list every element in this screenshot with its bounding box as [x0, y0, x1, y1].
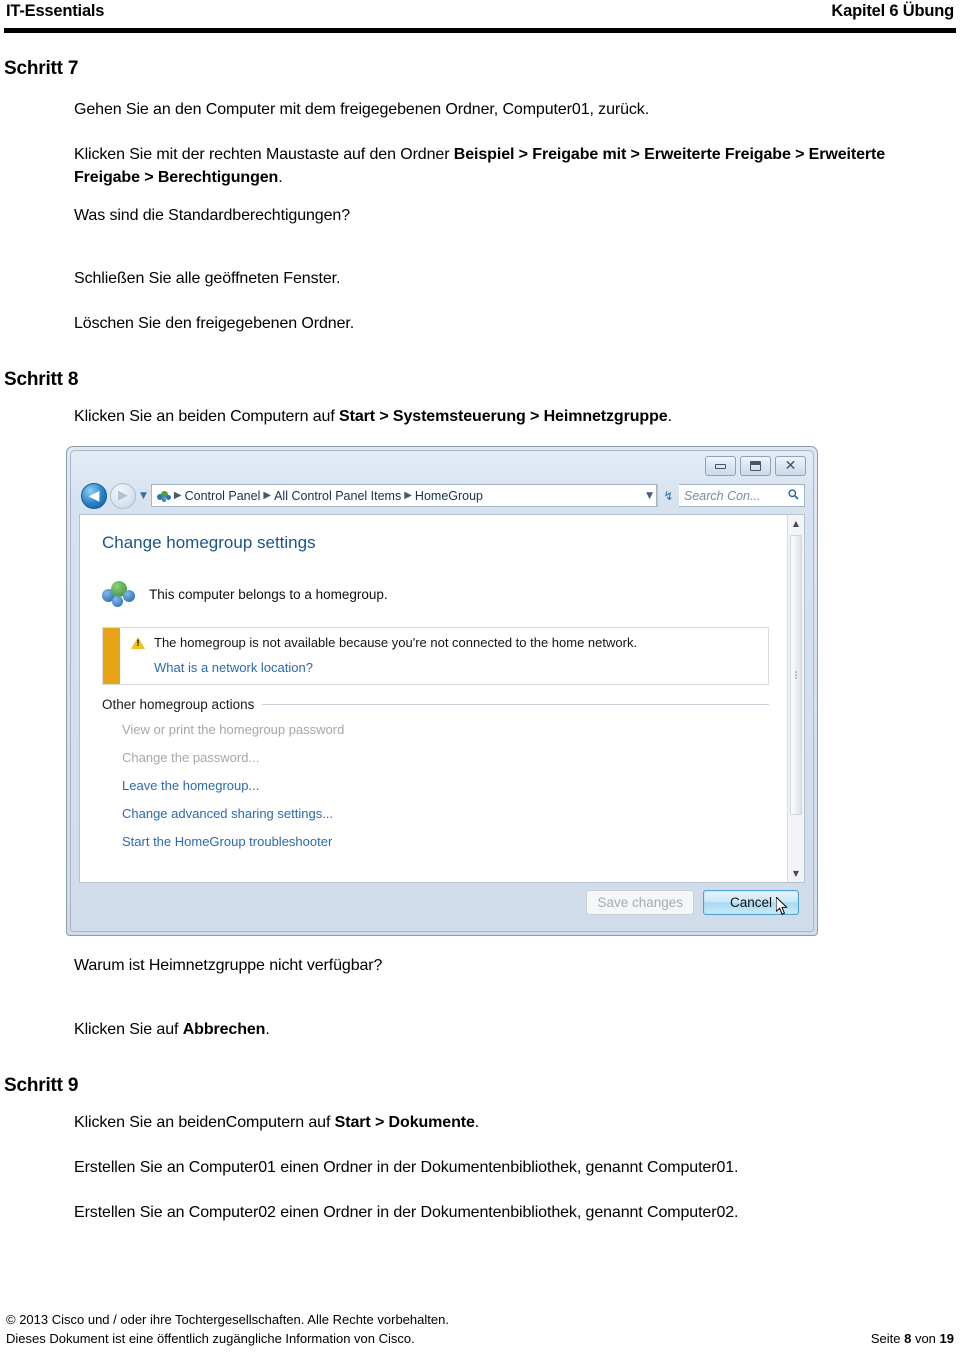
scrollbar-thumb[interactable] [790, 535, 802, 816]
warning-accent-bar [103, 628, 120, 685]
close-button[interactable]: ✕ [775, 456, 806, 477]
minimize-button[interactable] [705, 456, 736, 477]
page-footer: © 2013 Cisco und / oder ihre Tochtergese… [0, 1311, 960, 1349]
warning-message-row: The homegroup is not available because y… [131, 636, 758, 650]
step-7-paragraph-1: Gehen Sie an den Computer mit dem freige… [74, 101, 650, 118]
back-button[interactable]: ◀ [81, 482, 107, 509]
step-8-paragraph-2: Warum ist Heimnetzgruppe nicht verfügbar… [74, 957, 383, 975]
scrollbar-grip-icon [795, 671, 797, 679]
action-view-print-password: View or print the homegroup password [122, 722, 345, 738]
step-9-paragraph-2: Erstellen Sie an Computer01 einen Ordner… [74, 1158, 739, 1176]
warning-triangle-icon [131, 637, 145, 650]
warning-banner: The homegroup is not available because y… [102, 627, 769, 686]
chevron-down-icon[interactable]: ▼ [640, 491, 653, 501]
step-8-paragraph-3: Klicken Sie auf Abbrechen. [0, 1018, 960, 1041]
step-7-paragraph-4: Schließen Sie alle geöffneten Fenster. [74, 269, 341, 287]
footer-notice-line: Dieses Dokument ist eine öffentlich zugä… [6, 1331, 415, 1347]
address-bar-row: ◀ ▶ ▼ ▶ Control Panel ▶ All Control Pane… [81, 482, 805, 509]
homegroup-status-text: This computer belongs to a homegroup. [149, 586, 388, 602]
page-middle: von [911, 1331, 940, 1347]
pane-title: Change homegroup settings [102, 533, 316, 553]
footer-line-2-row: Dieses Dokument ist eine öffentlich zugä… [6, 1330, 954, 1349]
step-8-p1-bold: Start > Systemsteuerung > Heimnetzgruppe [339, 408, 668, 426]
search-icon [788, 489, 799, 503]
step-9-p1-prefix: Klicken Sie an beidenComputern auf [74, 1113, 335, 1131]
warning-message: The homegroup is not available because y… [154, 635, 638, 651]
window-content-pane: Change homegroup settings This computer … [79, 514, 805, 884]
breadcrumb-item-all-control-panel-items[interactable]: All Control Panel Items [274, 489, 401, 503]
header-divider [4, 28, 956, 33]
step-8-p3-bold: Abbrechen [182, 1020, 266, 1038]
step-9-p1-bold: Start > Dokumente [334, 1113, 475, 1131]
restore-icon [750, 461, 761, 472]
breadcrumb-item-homegroup[interactable]: HomeGroup [415, 489, 483, 503]
step-9-title: Schritt 9 [4, 1074, 79, 1096]
scroll-up-arrow-icon[interactable]: ▲ [788, 515, 804, 532]
section-divider [262, 704, 769, 706]
homegroup-status-row: This computer belongs to a homegroup. [102, 579, 769, 609]
step-7-paragraph-5: Löschen Sie den freigegebenen Ordner. [74, 314, 355, 332]
action-leave-homegroup[interactable]: Leave the homegroup... [122, 778, 769, 793]
address-bar[interactable]: ▶ Control Panel ▶ All Control Panel Item… [150, 484, 657, 508]
back-arrow-icon: ◀ [88, 487, 100, 504]
search-placeholder: Search Con... [684, 488, 761, 503]
search-input[interactable]: Search Con... [679, 484, 805, 508]
document-content: Schritt 7 Gehen Sie an den Computer mit … [0, 58, 960, 1224]
action-start-troubleshooter[interactable]: Start the HomeGroup troubleshooter [122, 834, 769, 849]
footer-line-1-row: © 2013 Cisco und / oder ihre Tochtergese… [6, 1311, 954, 1330]
step-9-paragraph-3: Erstellen Sie an Computer02 einen Ordner… [74, 1204, 739, 1222]
step-7-p2-prefix: Klicken Sie mit der rechten Maustaste au… [74, 146, 454, 164]
forward-arrow-icon: ▶ [118, 488, 128, 504]
window-footer-buttons: Save changes Cancel [79, 882, 805, 922]
refresh-button[interactable]: ↯ [657, 484, 679, 508]
step-8-p3-suffix: . [265, 1020, 270, 1038]
other-actions-label: Other homegroup actions [102, 697, 255, 713]
minimize-icon [715, 463, 726, 469]
scroll-down-arrow-icon[interactable]: ▼ [788, 865, 804, 882]
step-7-p2-suffix: . [278, 169, 283, 187]
page-number-indicator: Seite 8 von 19 [871, 1330, 954, 1349]
refresh-icon: ↯ [663, 488, 674, 503]
vertical-scrollbar[interactable]: ▲ ▼ [787, 515, 804, 883]
step-9-p1-suffix: . [474, 1113, 480, 1131]
network-location-link[interactable]: What is a network location? [154, 660, 758, 675]
window-control-buttons: ✕ [705, 456, 806, 477]
page-prefix: Seite [870, 1331, 905, 1347]
restore-button[interactable] [740, 456, 771, 477]
homegroup-settings-body: Change homegroup settings This computer … [80, 515, 787, 882]
step-8-p3-prefix: Klicken Sie auf [74, 1020, 183, 1038]
action-change-advanced-sharing[interactable]: Change advanced sharing settings... [122, 806, 769, 821]
footer-copyright-line: © 2013 Cisco und / oder ihre Tochtergese… [6, 1312, 449, 1328]
homegroup-actions-list: View or print the homegroup password Cha… [102, 722, 769, 849]
header-right-title: Kapitel 6 Übung [831, 2, 954, 20]
forward-button[interactable]: ▶ [110, 482, 136, 509]
other-actions-heading: Other homegroup actions [102, 697, 769, 712]
window-frame: ✕ ◀ ▶ ▼ ▶ Control Panel ▶ All Control Pa… [70, 450, 814, 933]
breadcrumb-item-control-panel[interactable]: Control Panel [185, 489, 261, 503]
step-7-paragraph-3: Was sind die Standardberechtigungen? [74, 206, 350, 224]
header-left-title: IT-Essentials [6, 2, 105, 20]
step-9-paragraph-1: Klicken Sie an beidenComputern auf Start… [0, 1111, 960, 1134]
action-change-password: Change the password... [122, 750, 260, 766]
recent-pages-caret-icon[interactable]: ▼ [140, 491, 147, 501]
step-8-title: Schritt 8 [4, 369, 79, 391]
step-8-paragraph-1: Klicken Sie an beiden Computern auf Star… [0, 405, 960, 428]
breadcrumb-separator-icon: ▶ [263, 490, 272, 502]
homegroup-window-screenshot: ✕ ◀ ▶ ▼ ▶ Control Panel ▶ All Control Pa… [66, 446, 818, 937]
close-icon: ✕ [784, 458, 797, 475]
page-header: IT-Essentials Kapitel 6 Übung [0, 0, 960, 30]
step-7-paragraph-2: Klicken Sie mit der rechten Maustaste au… [0, 143, 960, 189]
homegroup-icon [156, 489, 171, 503]
cancel-button[interactable]: Cancel [703, 889, 799, 915]
step-8-p1-prefix: Klicken Sie an beiden Computern auf [74, 408, 340, 426]
page-total: 19 [939, 1331, 954, 1347]
homegroup-icon [102, 579, 136, 609]
step-8-p1-suffix: . [667, 408, 672, 426]
breadcrumb-separator-icon: ▶ [173, 490, 182, 502]
save-changes-button: Save changes [586, 889, 694, 915]
warning-content: The homegroup is not available because y… [120, 628, 768, 684]
step-7-title: Schritt 7 [4, 58, 79, 79]
breadcrumb-separator-icon: ▶ [404, 490, 412, 502]
